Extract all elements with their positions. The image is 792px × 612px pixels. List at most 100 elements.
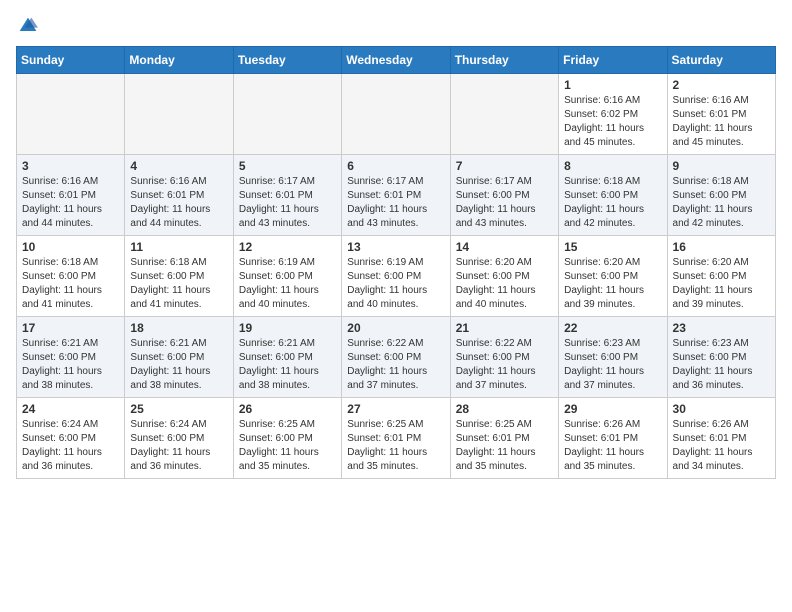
- day-info: Sunrise: 6:21 AMSunset: 6:00 PMDaylight:…: [239, 338, 319, 391]
- calendar-cell: 17 Sunrise: 6:21 AMSunset: 6:00 PMDayligh…: [17, 317, 125, 398]
- logo: [16, 16, 38, 36]
- day-info: Sunrise: 6:17 AMSunset: 6:00 PMDaylight:…: [456, 176, 536, 229]
- calendar-cell: 27 Sunrise: 6:25 AMSunset: 6:01 PMDayligh…: [342, 398, 450, 479]
- day-info: Sunrise: 6:18 AMSunset: 6:00 PMDaylight:…: [673, 176, 753, 229]
- day-info: Sunrise: 6:18 AMSunset: 6:00 PMDaylight:…: [22, 257, 102, 310]
- day-info: Sunrise: 6:18 AMSunset: 6:00 PMDaylight:…: [130, 257, 210, 310]
- calendar-cell: 16Sunrise: 6:20 AMSunset: 6:00 PMDayligh…: [667, 236, 775, 317]
- calendar-cell: 9Sunrise: 6:18 AMSunset: 6:00 PMDaylight…: [667, 155, 775, 236]
- calendar-cell: 28 Sunrise: 6:25 AMSunset: 6:01 PMDayligh…: [450, 398, 558, 479]
- calendar-cell: 3 Sunrise: 6:16 AMSunset: 6:01 PMDaylight…: [17, 155, 125, 236]
- calendar-cell: [17, 74, 125, 155]
- day-info: Sunrise: 6:16 AMSunset: 6:02 PMDaylight:…: [564, 95, 644, 148]
- day-number: 27: [347, 402, 444, 416]
- day-info: Sunrise: 6:18 AMSunset: 6:00 PMDaylight:…: [564, 176, 644, 229]
- day-number: 25: [130, 402, 227, 416]
- day-info: Sunrise: 6:17 AMSunset: 6:01 PMDaylight:…: [239, 176, 319, 229]
- weekday-header-saturday: Saturday: [667, 47, 775, 74]
- calendar-cell: 7 Sunrise: 6:17 AMSunset: 6:00 PMDaylight…: [450, 155, 558, 236]
- calendar-cell: 29 Sunrise: 6:26 AMSunset: 6:01 PMDayligh…: [559, 398, 667, 479]
- day-info: Sunrise: 6:20 AMSunset: 6:00 PMDaylight:…: [673, 257, 753, 310]
- day-info: Sunrise: 6:24 AMSunset: 6:00 PMDaylight:…: [22, 419, 102, 472]
- calendar-week-row: 10 Sunrise: 6:18 AMSunset: 6:00 PMDayligh…: [17, 236, 776, 317]
- page-header: [16, 16, 776, 36]
- weekday-header-monday: Monday: [125, 47, 233, 74]
- day-number: 13: [347, 240, 444, 254]
- day-info: Sunrise: 6:24 AMSunset: 6:00 PMDaylight:…: [130, 419, 210, 472]
- weekday-header-sunday: Sunday: [17, 47, 125, 74]
- day-number: 30: [673, 402, 770, 416]
- day-number: 28: [456, 402, 553, 416]
- day-number: 5: [239, 159, 336, 173]
- day-info: Sunrise: 6:26 AMSunset: 6:01 PMDaylight:…: [673, 419, 753, 472]
- calendar-cell: 12Sunrise: 6:19 AMSunset: 6:00 PMDayligh…: [233, 236, 341, 317]
- day-info: Sunrise: 6:25 AMSunset: 6:01 PMDaylight:…: [347, 419, 427, 472]
- calendar-cell: 1 Sunrise: 6:16 AMSunset: 6:02 PMDaylight…: [559, 74, 667, 155]
- day-number: 8: [564, 159, 661, 173]
- weekday-header-thursday: Thursday: [450, 47, 558, 74]
- weekday-header-tuesday: Tuesday: [233, 47, 341, 74]
- day-info: Sunrise: 6:20 AMSunset: 6:00 PMDaylight:…: [456, 257, 536, 310]
- calendar-cell: 24Sunrise: 6:24 AMSunset: 6:00 PMDayligh…: [17, 398, 125, 479]
- calendar-cell: 14 Sunrise: 6:20 AMSunset: 6:00 PMDayligh…: [450, 236, 558, 317]
- calendar-cell: 30 Sunrise: 6:26 AMSunset: 6:01 PMDayligh…: [667, 398, 775, 479]
- calendar-cell: [125, 74, 233, 155]
- calendar-cell: 11 Sunrise: 6:18 AMSunset: 6:00 PMDayligh…: [125, 236, 233, 317]
- day-number: 15: [564, 240, 661, 254]
- day-info: Sunrise: 6:16 AMSunset: 6:01 PMDaylight:…: [673, 95, 753, 148]
- day-number: 6: [347, 159, 444, 173]
- calendar-cell: 20 Sunrise: 6:22 AMSunset: 6:00 PMDayligh…: [342, 317, 450, 398]
- day-number: 18: [130, 321, 227, 335]
- day-info: Sunrise: 6:25 AMSunset: 6:01 PMDaylight:…: [456, 419, 536, 472]
- day-info: Sunrise: 6:23 AMSunset: 6:00 PMDaylight:…: [564, 338, 644, 391]
- weekday-header-wednesday: Wednesday: [342, 47, 450, 74]
- calendar-header-row: SundayMondayTuesdayWednesdayThursdayFrid…: [17, 47, 776, 74]
- calendar-cell: 15 Sunrise: 6:20 AMSunset: 6:00 PMDayligh…: [559, 236, 667, 317]
- day-info: Sunrise: 6:21 AMSunset: 6:00 PMDaylight:…: [22, 338, 102, 391]
- day-info: Sunrise: 6:16 AMSunset: 6:01 PMDaylight:…: [22, 176, 102, 229]
- calendar-week-row: 3 Sunrise: 6:16 AMSunset: 6:01 PMDaylight…: [17, 155, 776, 236]
- day-number: 14: [456, 240, 553, 254]
- day-number: 11: [130, 240, 227, 254]
- day-info: Sunrise: 6:26 AMSunset: 6:01 PMDaylight:…: [564, 419, 644, 472]
- day-number: 29: [564, 402, 661, 416]
- calendar-week-row: 24Sunrise: 6:24 AMSunset: 6:00 PMDayligh…: [17, 398, 776, 479]
- calendar-cell: 21 Sunrise: 6:22 AMSunset: 6:00 PMDayligh…: [450, 317, 558, 398]
- calendar-cell: 25 Sunrise: 6:24 AMSunset: 6:00 PMDayligh…: [125, 398, 233, 479]
- day-number: 20: [347, 321, 444, 335]
- day-number: 17: [22, 321, 119, 335]
- calendar-cell: 22 Sunrise: 6:23 AMSunset: 6:00 PMDayligh…: [559, 317, 667, 398]
- calendar-week-row: 1 Sunrise: 6:16 AMSunset: 6:02 PMDaylight…: [17, 74, 776, 155]
- day-number: 10: [22, 240, 119, 254]
- calendar-cell: 4 Sunrise: 6:16 AMSunset: 6:01 PMDaylight…: [125, 155, 233, 236]
- calendar-cell: [233, 74, 341, 155]
- day-number: 2: [673, 78, 770, 92]
- day-number: 23: [673, 321, 770, 335]
- day-number: 1: [564, 78, 661, 92]
- day-number: 22: [564, 321, 661, 335]
- day-number: 3: [22, 159, 119, 173]
- calendar-cell: [450, 74, 558, 155]
- calendar-cell: 5 Sunrise: 6:17 AMSunset: 6:01 PMDaylight…: [233, 155, 341, 236]
- calendar-cell: 23 Sunrise: 6:23 AMSunset: 6:00 PMDayligh…: [667, 317, 775, 398]
- calendar-week-row: 17 Sunrise: 6:21 AMSunset: 6:00 PMDayligh…: [17, 317, 776, 398]
- calendar-cell: 26Sunrise: 6:25 AMSunset: 6:00 PMDayligh…: [233, 398, 341, 479]
- day-number: 7: [456, 159, 553, 173]
- calendar-cell: 6 Sunrise: 6:17 AMSunset: 6:01 PMDaylight…: [342, 155, 450, 236]
- day-info: Sunrise: 6:22 AMSunset: 6:00 PMDaylight:…: [456, 338, 536, 391]
- day-info: Sunrise: 6:25 AMSunset: 6:00 PMDaylight:…: [239, 419, 319, 472]
- day-number: 4: [130, 159, 227, 173]
- calendar-cell: 2 Sunrise: 6:16 AMSunset: 6:01 PMDaylight…: [667, 74, 775, 155]
- day-info: Sunrise: 6:23 AMSunset: 6:00 PMDaylight:…: [673, 338, 753, 391]
- day-info: Sunrise: 6:20 AMSunset: 6:00 PMDaylight:…: [564, 257, 644, 310]
- calendar-cell: 8 Sunrise: 6:18 AMSunset: 6:00 PMDaylight…: [559, 155, 667, 236]
- day-info: Sunrise: 6:16 AMSunset: 6:01 PMDaylight:…: [130, 176, 210, 229]
- day-number: 12: [239, 240, 336, 254]
- day-number: 21: [456, 321, 553, 335]
- day-info: Sunrise: 6:22 AMSunset: 6:00 PMDaylight:…: [347, 338, 427, 391]
- day-info: Sunrise: 6:19 AMSunset: 6:00 PMDaylight:…: [347, 257, 427, 310]
- calendar-cell: 10 Sunrise: 6:18 AMSunset: 6:00 PMDayligh…: [17, 236, 125, 317]
- day-info: Sunrise: 6:17 AMSunset: 6:01 PMDaylight:…: [347, 176, 427, 229]
- calendar-cell: 18Sunrise: 6:21 AMSunset: 6:00 PMDayligh…: [125, 317, 233, 398]
- day-number: 19: [239, 321, 336, 335]
